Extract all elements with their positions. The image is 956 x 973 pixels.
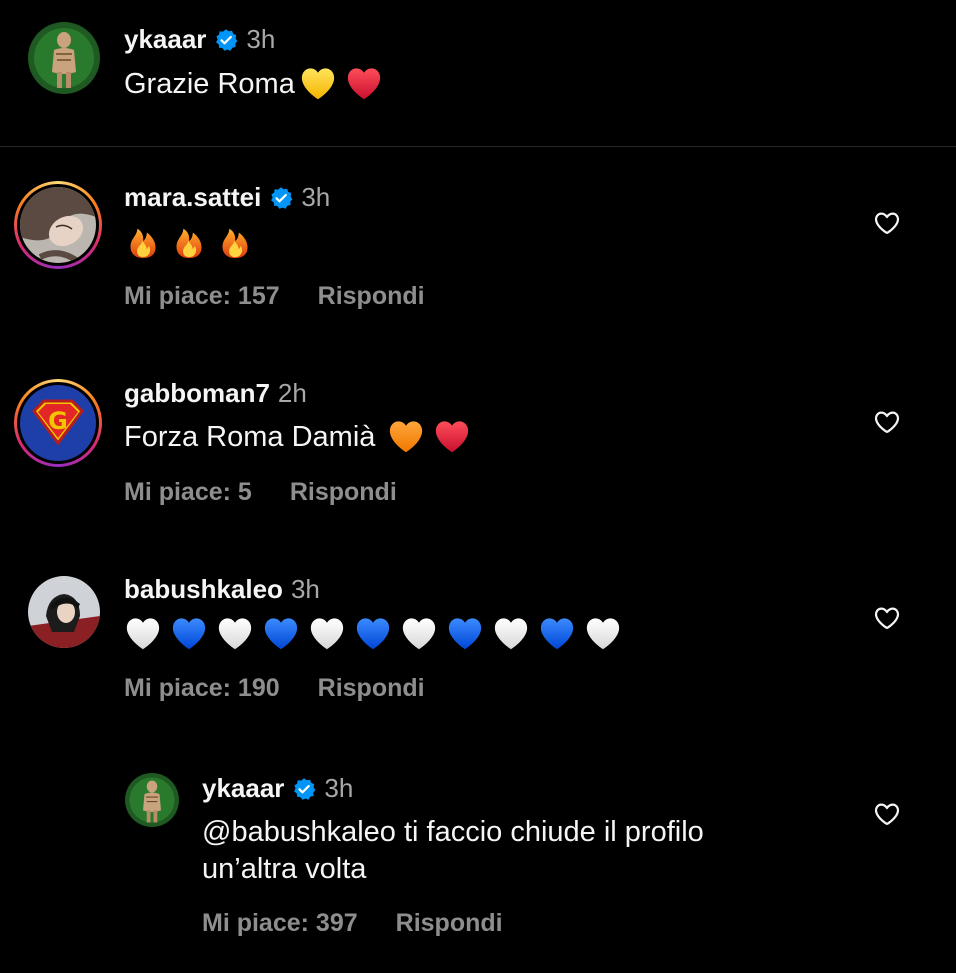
white-heart-icon [216, 615, 254, 653]
like-button[interactable] [873, 209, 901, 237]
blue-heart-icon [446, 615, 484, 653]
avatar[interactable] [28, 22, 100, 94]
timestamp: 3h [246, 24, 276, 54]
white-heart-icon [124, 615, 162, 653]
fire-icon [216, 222, 254, 260]
reply-header: ykaaar 3h [202, 773, 353, 804]
verified-badge-icon [269, 186, 293, 210]
heart-outline-icon [873, 800, 901, 828]
white-heart-icon [492, 615, 530, 653]
post-caption: ykaaar 3h Grazie Roma [0, 0, 956, 146]
timestamp: 2h [277, 378, 307, 408]
avatar[interactable]: G [14, 379, 102, 467]
reply-button[interactable]: Rispondi [318, 282, 425, 311]
orange-heart-icon [387, 418, 425, 456]
verified-badge-icon [292, 777, 316, 801]
comment-actions: Mi piace: 190 Rispondi [124, 674, 425, 703]
red-heart-icon [345, 65, 383, 103]
reply-button[interactable]: Rispondi [290, 478, 397, 507]
avatar-image [28, 22, 100, 94]
white-heart-icon [400, 615, 438, 653]
timestamp: 3h [301, 182, 331, 212]
avatar-image [20, 187, 96, 263]
white-heart-icon [308, 615, 346, 653]
avatar-image [125, 773, 179, 827]
verified-badge-icon [214, 28, 238, 52]
reply-text-line-2: un’altra volta [202, 853, 367, 885]
reply-button[interactable]: Rispondi [318, 674, 425, 703]
reply-text-line-1: @babushkaleo ti faccio chiude il profilo [202, 816, 704, 848]
comment-header: babushkaleo 3h [124, 574, 320, 605]
username[interactable]: ykaaar [124, 24, 206, 55]
likes-count[interactable]: Mi piace: 397 [202, 909, 358, 938]
avatar[interactable] [125, 773, 179, 827]
caption-body: Grazie Roma [124, 67, 295, 100]
heart-outline-icon [873, 408, 901, 436]
likes-count[interactable]: Mi piace: 157 [124, 282, 280, 311]
fire-icon [170, 222, 208, 260]
heart-outline-icon [873, 209, 901, 237]
avatar-image: G [20, 385, 96, 461]
like-button[interactable] [873, 408, 901, 436]
heart-outline-icon [873, 604, 901, 632]
username[interactable]: babushkaleo [124, 574, 283, 605]
like-button[interactable] [873, 604, 901, 632]
svg-text:G: G [48, 407, 68, 435]
username[interactable]: mara.sattei [124, 182, 261, 213]
yellow-heart-icon [299, 65, 337, 103]
likes-count[interactable]: Mi piace: 5 [124, 478, 252, 507]
reply-actions: Mi piace: 397 Rispondi [202, 909, 503, 938]
blue-heart-icon [170, 615, 208, 653]
avatar-image [28, 576, 100, 648]
avatar[interactable] [14, 181, 102, 269]
comment-actions: Mi piace: 157 Rispondi [124, 282, 425, 311]
caption-header: ykaaar 3h [124, 24, 275, 55]
comment-actions: Mi piace: 5 Rispondi [124, 478, 397, 507]
avatar[interactable] [28, 576, 100, 648]
timestamp: 3h [290, 574, 320, 604]
comment-body: Forza Roma Damià [124, 420, 376, 453]
comment-header: mara.sattei 3h [124, 182, 330, 213]
reply-button[interactable]: Rispondi [396, 909, 503, 938]
username[interactable]: ykaaar [202, 773, 284, 804]
comment-header: gabboman7 2h [124, 378, 307, 409]
timestamp: 3h [324, 773, 354, 803]
comment-text [124, 615, 630, 653]
comment-text [124, 222, 262, 260]
blue-heart-icon [262, 615, 300, 653]
white-heart-icon [584, 615, 622, 653]
blue-heart-icon [354, 615, 392, 653]
username[interactable]: gabboman7 [124, 378, 270, 409]
likes-count[interactable]: Mi piace: 190 [124, 674, 280, 703]
blue-heart-icon [538, 615, 576, 653]
divider [0, 146, 956, 147]
fire-icon [124, 222, 162, 260]
like-button[interactable] [873, 800, 901, 828]
comment-text: Forza Roma Damià [124, 418, 479, 456]
red-heart-icon [433, 418, 471, 456]
caption-text: Grazie Roma [124, 65, 391, 103]
